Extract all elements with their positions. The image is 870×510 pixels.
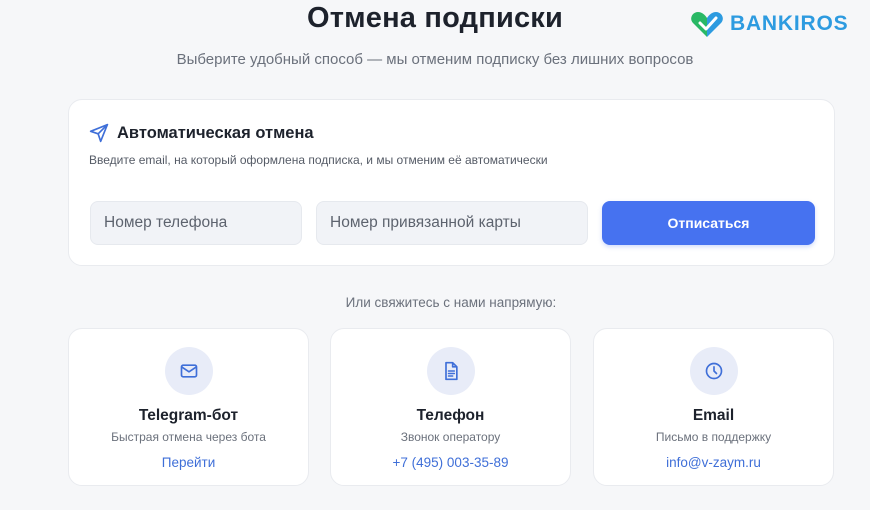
heart-check-icon	[691, 12, 723, 37]
contact-subtitle: Звонок оператору	[400, 430, 501, 444]
contact-title: Телефон	[416, 407, 485, 424]
telegram-link[interactable]: Перейти	[69, 455, 308, 470]
icon-circle	[427, 347, 475, 395]
email-link[interactable]: info@v-zaym.ru	[594, 455, 833, 470]
logo-text: BANKIROS	[730, 12, 849, 35]
icon-circle	[165, 347, 213, 395]
phone-link[interactable]: +7 (495) 003-35-89	[331, 455, 570, 470]
auto-cancel-header: Автоматическая отмена	[89, 123, 314, 143]
bankiros-logo[interactable]: BANKIROS	[690, 9, 848, 39]
mail-icon	[180, 364, 198, 378]
card-number-input[interactable]: Номер привязанной карты	[316, 201, 588, 245]
page: Отмена подписки Выберите удобный способ …	[0, 0, 870, 510]
contact-subtitle: Письмо в поддержку	[655, 430, 772, 444]
phone-input[interactable]: Номер телефона	[90, 201, 302, 245]
clock-icon	[705, 362, 723, 380]
contact-subtitle: Быстрая отмена через бота	[111, 430, 266, 444]
contact-prompt: Или свяжитесь с нами напрямую:	[345, 295, 557, 310]
contact-card-telegram: Telegram-бот Быстрая отмена через бота П…	[68, 328, 309, 486]
unsubscribe-button[interactable]: Отписаться	[602, 201, 815, 245]
auto-cancel-description: Введите email, на который оформлена подп…	[89, 153, 548, 167]
contact-card-phone: Телефон Звонок оператору +7 (495) 003-35…	[330, 328, 571, 486]
contact-title: Email	[692, 407, 735, 424]
document-icon	[445, 361, 458, 381]
icon-circle	[690, 347, 738, 395]
auto-cancel-title: Автоматическая отмена	[117, 123, 314, 142]
paper-plane-icon	[89, 123, 109, 143]
page-subtitle: Выберите удобный способ — мы отменим под…	[176, 51, 694, 68]
contact-title: Telegram-бот	[138, 407, 239, 424]
auto-cancel-card: Автоматическая отмена Введите email, на …	[68, 99, 835, 266]
contact-card-email: Email Письмо в поддержку info@v-zaym.ru	[593, 328, 834, 486]
